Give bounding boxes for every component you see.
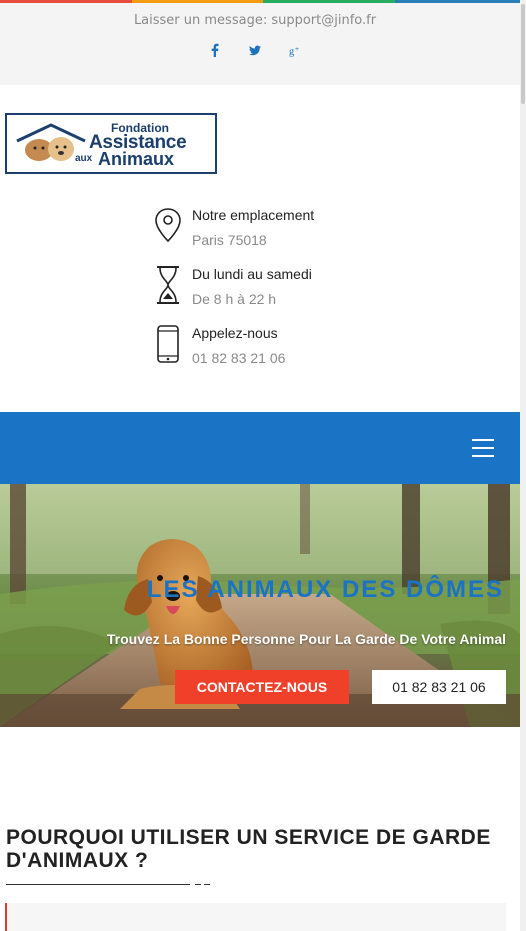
location-pin-icon [155, 208, 181, 243]
color-strip [0, 0, 526, 3]
twitter-icon[interactable] [249, 42, 261, 58]
facebook-icon[interactable] [209, 42, 221, 58]
location-title: Notre emplacement [192, 207, 315, 223]
contact-button[interactable]: CONTACTEZ-NOUS [175, 670, 349, 704]
location-value: Paris 75018 [192, 232, 267, 248]
hero-subtitle: Trouvez La Bonne Personne Pour La Garde … [106, 631, 506, 647]
hamburger-menu-icon[interactable] [472, 439, 494, 457]
logo-text-line4: Animaux [98, 149, 175, 169]
phone-info: Appelez-nous 01 82 83 21 06 [154, 325, 414, 375]
phone-button[interactable]: 01 82 83 21 06 [372, 670, 506, 704]
section-title: POURQUOI UTILISER UN SERVICE DE GARDE D'… [6, 826, 491, 872]
phone-title: Appelez-nous [192, 325, 278, 341]
scrollbar-thumb[interactable] [521, 4, 525, 104]
page: Laisser un message: support@jinfo.fr g + [0, 0, 526, 931]
location-info: Notre emplacement Paris 75018 [154, 207, 414, 257]
phone-value[interactable]: 01 82 83 21 06 [192, 350, 285, 366]
google-plus-icon[interactable]: g + [289, 42, 301, 58]
hamburger-line [472, 447, 494, 449]
logo-text-line3: aux [75, 153, 93, 164]
strip-segment [263, 0, 395, 3]
site-logo[interactable]: Fondation Assistance aux Animaux [5, 113, 217, 174]
scrollbar[interactable] [520, 0, 526, 931]
title-underline [6, 884, 190, 885]
svg-text:g: g [289, 46, 294, 57]
hourglass-icon [157, 266, 179, 304]
hours-value: De 8 h à 22 h [192, 291, 277, 307]
strip-segment [131, 0, 263, 3]
hamburger-line [472, 455, 494, 457]
title-underline-dash [195, 884, 201, 885]
strip-segment [0, 0, 132, 3]
hero-banner: LES ANIMAUX DES DÔMES Trouvez La Bonne P… [0, 484, 520, 727]
top-bar: Laisser un message: support@jinfo.fr g + [0, 0, 526, 85]
contact-message[interactable]: Laisser un message: support@jinfo.fr [0, 13, 510, 28]
social-links: g + [0, 42, 510, 58]
mobile-phone-icon [157, 325, 179, 363]
title-underline-dash [204, 884, 210, 885]
hero-title: LES ANIMAUX DES DÔMES [146, 576, 504, 603]
content-card [5, 903, 506, 931]
main-navbar [0, 412, 520, 484]
hours-info: Du lundi au samedi De 8 h à 22 h [154, 266, 414, 316]
strip-segment [394, 0, 526, 3]
hours-title: Du lundi au samedi [192, 266, 312, 282]
svg-text:+: + [295, 45, 299, 52]
hamburger-line [472, 439, 494, 441]
